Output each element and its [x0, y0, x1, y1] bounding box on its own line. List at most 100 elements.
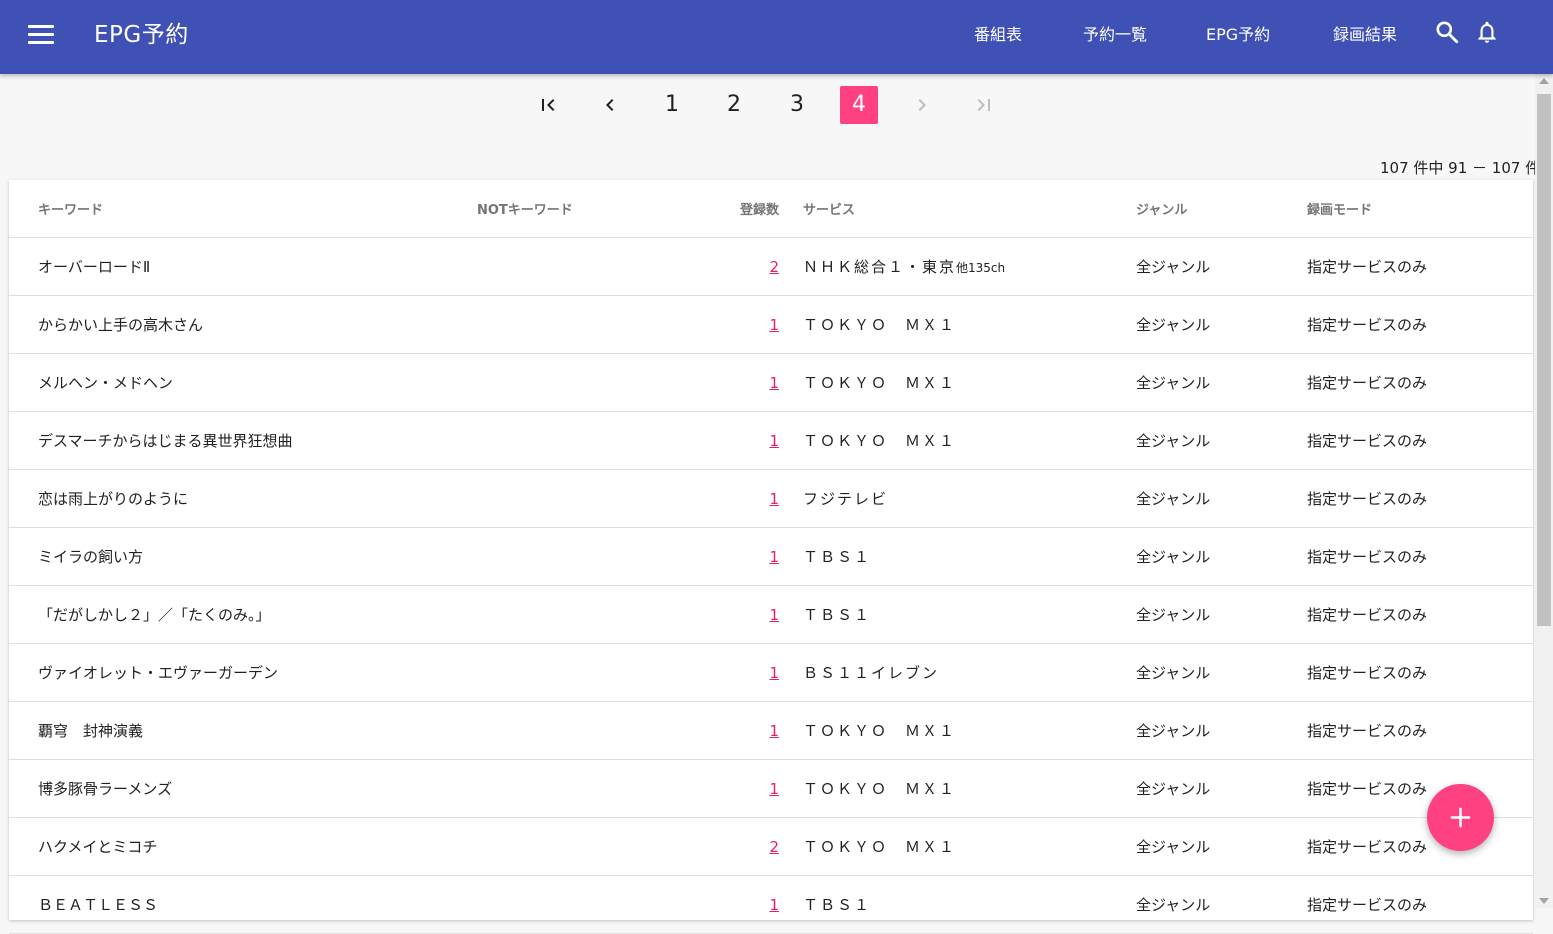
header-keyword[interactable]: キーワード [9, 180, 477, 238]
table-row[interactable]: ＢＥＡＴＬＥＳＳ 1 ＴＢＳ１ 全ジャンル 指定サービスのみ [9, 875, 1533, 934]
table-row[interactable]: 「だがしかし２」／「たくのみ。」 1 ＴＢＳ１ 全ジャンル 指定サービスのみ [9, 585, 1533, 644]
service-more: 他135ch [956, 261, 1006, 275]
header-count[interactable]: 登録数 [677, 180, 803, 238]
scroll-thumb[interactable] [1537, 94, 1551, 626]
service-cell: ＴＯＫＹＯ ＭＸ１ [803, 817, 1136, 876]
service-cell: ＢＳ１１イレブン [803, 643, 1136, 702]
genre-cell: 全ジャンル [1136, 817, 1307, 876]
not-keyword-cell [477, 817, 677, 876]
service-cell: ＴＯＫＹＯ ＭＸ１ [803, 295, 1136, 354]
table-row[interactable]: 恋は雨上がりのように 1 フジテレビ 全ジャンル 指定サービスのみ [9, 469, 1533, 528]
header-service[interactable]: サービス [803, 180, 1136, 238]
mode-cell: 指定サービスのみ [1307, 295, 1533, 354]
page-2[interactable]: 2 [715, 86, 753, 124]
table-row[interactable]: メルヘン・メドヘン 1 ＴＯＫＹＯ ＭＸ１ 全ジャンル 指定サービスのみ [9, 353, 1533, 412]
service-cell: ＴＯＫＹＯ ＭＸ１ [803, 411, 1136, 470]
count-link[interactable]: 1 [769, 722, 779, 740]
header-not-keyword[interactable]: NOTキーワード [477, 180, 677, 238]
table-row[interactable]: 博多豚骨ラーメンズ 1 ＴＯＫＹＯ ＭＸ１ 全ジャンル 指定サービスのみ [9, 759, 1533, 818]
bell-icon[interactable] [1474, 19, 1500, 49]
mode-cell: 指定サービスのみ [1307, 701, 1533, 760]
service-name: ＴＢＳ１ [803, 548, 872, 566]
keyword-cell: 「だがしかし２」／「たくのみ。」 [9, 585, 477, 644]
table-row[interactable]: ヴァイオレット・エヴァーガーデン 1 ＢＳ１１イレブン 全ジャンル 指定サービスのみ [9, 643, 1533, 702]
header-genre[interactable]: ジャンル [1136, 180, 1307, 238]
service-name: ＴＯＫＹＯ ＭＸ１ [803, 722, 957, 740]
count-cell: 1 [677, 527, 803, 586]
genre-cell: 全ジャンル [1136, 643, 1307, 702]
keyword-cell: 恋は雨上がりのように [9, 469, 477, 528]
not-keyword-cell [477, 585, 677, 644]
nav-reservation-list[interactable]: 予約一覧 [1083, 24, 1147, 46]
count-cell: 1 [677, 411, 803, 470]
mode-cell: 指定サービスのみ [1307, 875, 1533, 934]
keyword-cell: ハクメイとミコチ [9, 817, 477, 876]
keyword-cell: ミイラの飼い方 [9, 527, 477, 586]
service-cell: ＴＢＳ１ [803, 585, 1136, 644]
mode-cell: 指定サービスのみ [1307, 817, 1533, 876]
genre-cell: 全ジャンル [1136, 237, 1307, 296]
service-cell: ＴＯＫＹＯ ＭＸ１ [803, 701, 1136, 760]
count-link[interactable]: 1 [769, 374, 779, 392]
mode-cell: 指定サービスのみ [1307, 469, 1533, 528]
menu-icon[interactable] [28, 25, 54, 47]
keyword-cell: オーバーロードⅡ [9, 237, 477, 296]
count-link[interactable]: 2 [769, 838, 779, 856]
search-icon[interactable] [1434, 19, 1460, 49]
not-keyword-cell [477, 875, 677, 934]
table-row[interactable]: オーバーロードⅡ 2 ＮＨＫ総合１・東京他135ch 全ジャンル 指定サービスのみ [9, 237, 1533, 296]
service-cell: ＮＨＫ総合１・東京他135ch [803, 237, 1136, 296]
genre-cell: 全ジャンル [1136, 411, 1307, 470]
table-row[interactable]: 覇穹 封神演義 1 ＴＯＫＹＯ ＭＸ１ 全ジャンル 指定サービスのみ [9, 701, 1533, 760]
table-row[interactable]: デスマーチからはじまる異世界狂想曲 1 ＴＯＫＹＯ ＭＸ１ 全ジャンル 指定サービスのみ [9, 411, 1533, 470]
scrollbar[interactable] [1535, 74, 1553, 908]
table-row[interactable]: からかい上手の高木さん 1 ＴＯＫＹＯ ＭＸ１ 全ジャンル 指定サービスのみ [9, 295, 1533, 354]
result-count: 107 件中 91 － 107 件 [1380, 159, 1541, 177]
service-cell: フジテレビ [803, 469, 1136, 528]
count-link[interactable]: 2 [769, 258, 779, 276]
service-name: ＴＯＫＹＯ ＭＸ１ [803, 374, 957, 392]
count-link[interactable]: 1 [769, 316, 779, 334]
count-link[interactable]: 1 [769, 432, 779, 450]
service-cell: ＴＢＳ１ [803, 527, 1136, 586]
first-page-icon[interactable] [529, 86, 567, 124]
table-header-row: キーワード NOTキーワード 登録数 サービス ジャンル 録画モード [9, 180, 1533, 238]
page-title: EPG予約 [94, 22, 189, 48]
genre-cell: 全ジャンル [1136, 353, 1307, 412]
genre-cell: 全ジャンル [1136, 875, 1307, 934]
genre-cell: 全ジャンル [1136, 701, 1307, 760]
count-cell: 1 [677, 875, 803, 934]
page-4-current[interactable]: 4 [840, 86, 878, 124]
count-link[interactable]: 1 [769, 548, 779, 566]
not-keyword-cell [477, 527, 677, 586]
header-mode[interactable]: 録画モード [1307, 180, 1533, 238]
not-keyword-cell [477, 237, 677, 296]
count-link[interactable]: 1 [769, 606, 779, 624]
service-name: ＢＳ１１イレブン [803, 664, 940, 682]
keyword-cell: デスマーチからはじまる異世界狂想曲 [9, 411, 477, 470]
table-row[interactable]: ハクメイとミコチ 2 ＴＯＫＹＯ ＭＸ１ 全ジャンル 指定サービスのみ [9, 817, 1533, 876]
count-link[interactable]: 1 [769, 490, 779, 508]
keyword-cell: からかい上手の高木さん [9, 295, 477, 354]
keyword-cell: 覇穹 封神演義 [9, 701, 477, 760]
nav-epg-reservation[interactable]: EPG予約 [1206, 24, 1270, 46]
table-row[interactable]: ミイラの飼い方 1 ＴＢＳ１ 全ジャンル 指定サービスのみ [9, 527, 1533, 586]
scroll-down-arrow[interactable] [1539, 898, 1549, 904]
not-keyword-cell [477, 759, 677, 818]
not-keyword-cell [477, 701, 677, 760]
add-button[interactable] [1427, 784, 1494, 851]
count-link[interactable]: 1 [769, 896, 779, 914]
rules-table: キーワード NOTキーワード 登録数 サービス ジャンル 録画モード オーバーロ… [9, 180, 1533, 934]
keyword-cell: メルヘン・メドヘン [9, 353, 477, 412]
app-bar: EPG予約 番組表 予約一覧 EPG予約 録画結果 [0, 0, 1553, 74]
chevron-right-icon [903, 86, 941, 124]
count-link[interactable]: 1 [769, 780, 779, 798]
keyword-cell: ヴァイオレット・エヴァーガーデン [9, 643, 477, 702]
chevron-left-icon[interactable] [591, 86, 629, 124]
page-1[interactable]: 1 [653, 86, 691, 124]
page-3[interactable]: 3 [778, 86, 816, 124]
scroll-up-arrow[interactable] [1539, 78, 1549, 84]
nav-program-guide[interactable]: 番組表 [974, 24, 1022, 46]
count-link[interactable]: 1 [769, 664, 779, 682]
nav-recording-results[interactable]: 録画結果 [1333, 24, 1397, 46]
